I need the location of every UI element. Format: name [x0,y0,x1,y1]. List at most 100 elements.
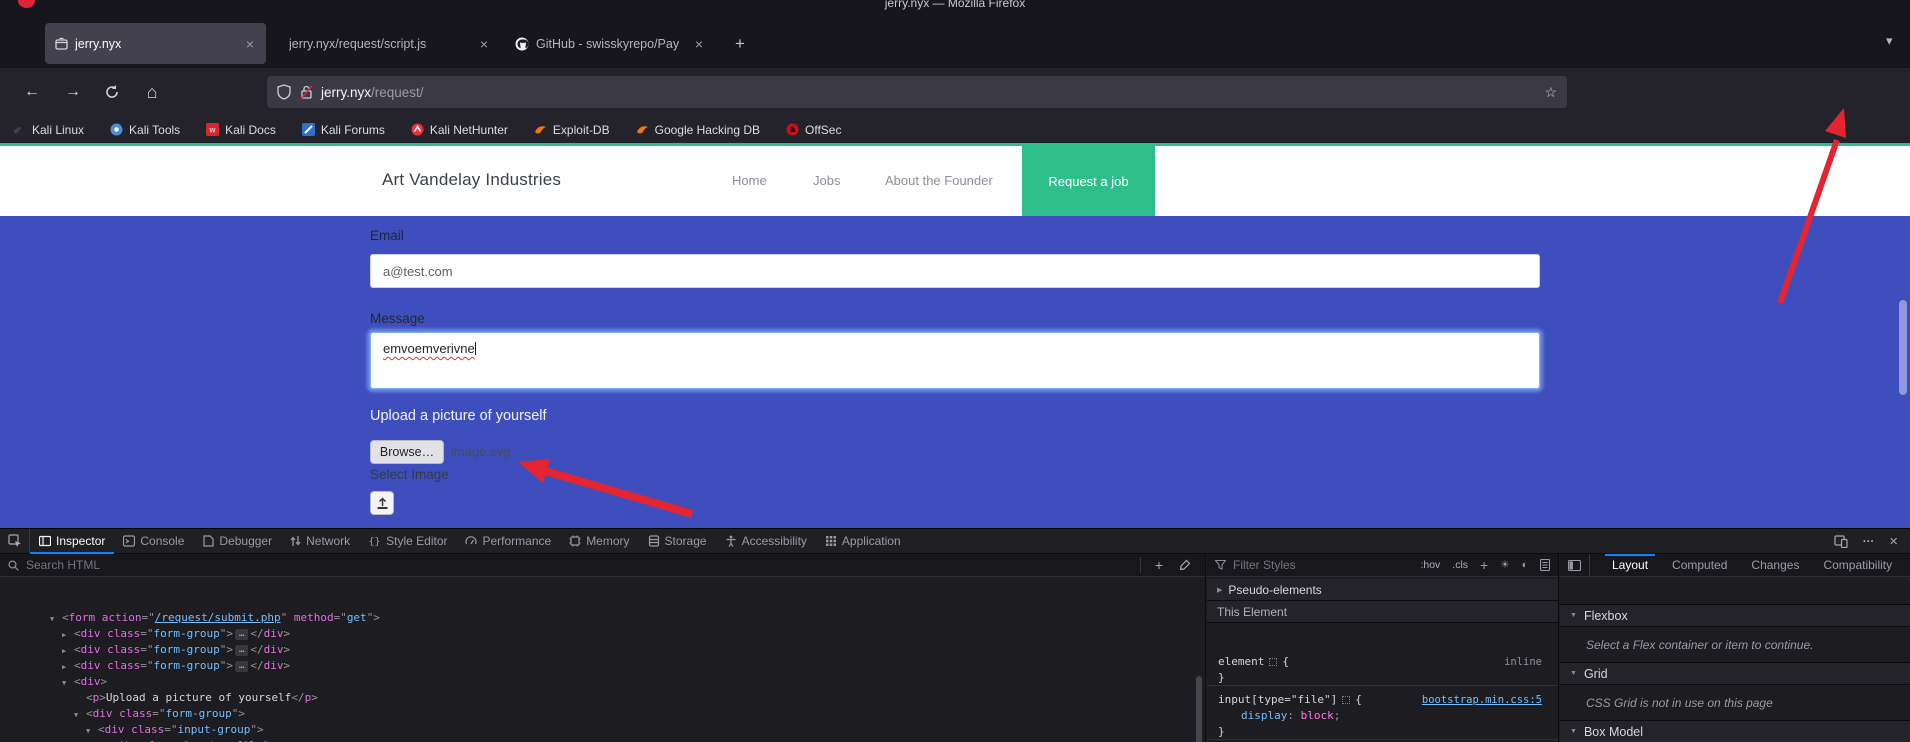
responsive-design-icon[interactable] [1834,535,1848,548]
browser-tab[interactable]: jerry.nyx× [45,23,266,64]
stylesheet-link[interactable]: bootstrap.min.css:5 [1422,692,1542,708]
flex-grid-toggle-icon[interactable] [1269,658,1277,666]
tab-close-icon[interactable]: × [244,36,256,52]
browse-button[interactable]: Browse… [370,440,444,464]
bookmark-item[interactable]: Exploit-DB [534,123,610,137]
insecure-lock-icon[interactable] [300,85,313,100]
markup-row[interactable]: ▼<div class="form-group"> [0,706,1205,722]
devtools-tab-inspector[interactable]: Inspector [30,529,114,553]
sidebar-tab-compatibility[interactable]: Compatibility [1812,554,1903,577]
expand-arrow-icon[interactable]: ▼ [62,675,66,691]
devtools-tab-debugger[interactable]: Debugger [193,529,281,553]
print-media-icon[interactable] [1540,559,1550,571]
rule-selector[interactable]: element{inline [1218,654,1550,670]
light-scheme-icon[interactable]: ☀ [1500,559,1509,571]
collapsed-children-icon[interactable]: … [235,645,248,656]
search-html-input[interactable]: Search HTML [26,558,100,572]
markup-row[interactable]: ▼<div class="input-group"> [0,722,1205,738]
dark-scheme-icon[interactable]: ◐ [1522,559,1528,571]
devtools-tab-style-editor[interactable]: {}Style Editor [359,529,456,553]
bookmark-item[interactable]: Kali Tools [110,123,180,137]
devtools-tab-label: Network [306,534,350,548]
sidebar-tab-layout[interactable]: Layout [1601,554,1659,577]
message-field[interactable]: emvoemverivne [370,332,1540,389]
layout-section-title: Box Model [1584,725,1643,739]
markup-row[interactable]: ▶<div class="form-group">…</div> [0,642,1205,658]
expand-arrow-icon[interactable]: ▶ [62,659,66,675]
site-brand[interactable]: Art Vandelay Industries [382,170,561,190]
filter-styles-input[interactable]: Filter Styles [1233,558,1296,572]
devtools-tab-memory[interactable]: Memory [560,529,638,553]
devtools-tab-application[interactable]: Application [816,529,910,553]
sidebar-toggle-icon[interactable] [1560,554,1590,576]
markup-row[interactable]: ▼<div> [0,674,1205,690]
browser-tab[interactable]: GitHub - swisskyrepo/Pay× [505,23,715,64]
reload-button[interactable] [100,80,124,104]
sidebar-tab-changes[interactable]: Changes [1740,554,1810,577]
nav-item-home[interactable]: Home [732,173,767,188]
filter-icon [1215,560,1226,570]
rule-selector[interactable]: input[type="file"]{bootstrap.min.css:5 [1218,692,1550,708]
expand-arrow-icon[interactable]: ▶ [62,643,66,659]
devtools-tab-network[interactable]: Network [281,529,359,553]
bookmark-star-icon[interactable]: ☆ [1544,84,1557,101]
markup-row[interactable]: ▼<div class="custom-file"> [0,738,1205,742]
home-button[interactable]: ⌂ [140,80,164,104]
section-collapse-icon[interactable]: ▼ [1570,670,1577,677]
tab-close-icon[interactable]: × [693,36,705,52]
layout-section-box-model[interactable]: ▼ Box Model [1560,720,1910,742]
devtools-close-icon[interactable]: × [1889,533,1898,550]
eyedropper-icon[interactable] [1179,559,1191,571]
email-field[interactable] [370,254,1540,288]
pseudo-class-toggle[interactable]: :hov [1420,559,1440,571]
rule-declaration[interactable]: display: block; [1241,708,1550,724]
layout-section-grid[interactable]: ▼Grid [1560,662,1910,685]
markup-scrollbar[interactable] [1196,676,1202,742]
node-picker-icon[interactable] [0,529,30,553]
bookmark-item[interactable]: Google Hacking DB [636,123,760,137]
devtools-tab-console[interactable]: Console [114,529,193,553]
tab-close-icon[interactable]: × [478,36,490,52]
upload-submit-button[interactable] [370,491,394,515]
back-button[interactable]: ← [20,80,44,104]
devtools-menu-icon[interactable]: … [1862,531,1875,545]
expand-arrow-icon[interactable]: ▼ [50,611,54,627]
bookmark-item[interactable]: OffSec [786,123,841,137]
nav-item-jobs[interactable]: Jobs [813,173,840,188]
devtools-tab-accessibility[interactable]: Accessibility [716,529,816,553]
devtools-tab-storage[interactable]: Storage [639,529,716,553]
markup-row[interactable]: ▼<form action="/request/submit.php" meth… [0,610,1205,626]
shield-icon[interactable] [277,84,291,100]
nav-item-request-a-job[interactable]: Request a job [1022,146,1155,216]
url-bar[interactable]: jerry.nyx/request/ ☆ [267,76,1567,108]
expand-arrow-icon[interactable]: ▼ [74,707,78,723]
markup-row[interactable]: ▶<div class="form-group">…</div> [0,658,1205,674]
new-tab-button[interactable]: + [727,31,753,57]
markup-row[interactable]: <p>Upload a picture of yourself</p> [0,690,1205,706]
list-all-tabs-icon[interactable]: ▾ [1886,33,1893,49]
sidebar-tab-computed[interactable]: Computed [1661,554,1738,577]
section-collapse-icon[interactable]: ▼ [1570,612,1577,619]
expand-arrow-icon[interactable]: ▼ [86,723,90,739]
nav-item-about-the-founder[interactable]: About the Founder [885,173,993,188]
devtools-tab-label: Console [140,534,184,548]
bookmark-item[interactable]: Kali Forums [302,123,385,137]
forward-button[interactable]: → [61,80,85,104]
markup-row[interactable]: ▶<div class="form-group">…</div> [0,626,1205,642]
flex-grid-toggle-icon[interactable] [1342,696,1350,704]
bookmark-item[interactable]: Kali NetHunter [411,123,508,137]
page-scrollbar[interactable] [1899,300,1907,395]
add-node-icon[interactable]: + [1155,557,1163,573]
layout-section-flexbox[interactable]: ▼Flexbox [1560,604,1910,627]
expand-arrow-icon[interactable]: ▶ [62,627,66,643]
collapsed-children-icon[interactable]: … [235,661,248,672]
collapsed-children-icon[interactable]: … [235,629,248,640]
pseudo-elements-section[interactable]: ▶Pseudo-elements [1207,579,1558,601]
section-collapse-icon[interactable]: ▼ [1570,728,1577,735]
bookmark-item[interactable]: wKali Docs [206,123,276,137]
bookmark-item[interactable]: Kali Linux [13,123,84,137]
class-toggle[interactable]: .cls [1452,559,1468,571]
devtools-tab-performance[interactable]: Performance [456,529,560,553]
browser-tab[interactable]: jerry.nyx/request/script.js× [272,23,500,64]
add-rule-icon[interactable]: + [1480,557,1488,573]
